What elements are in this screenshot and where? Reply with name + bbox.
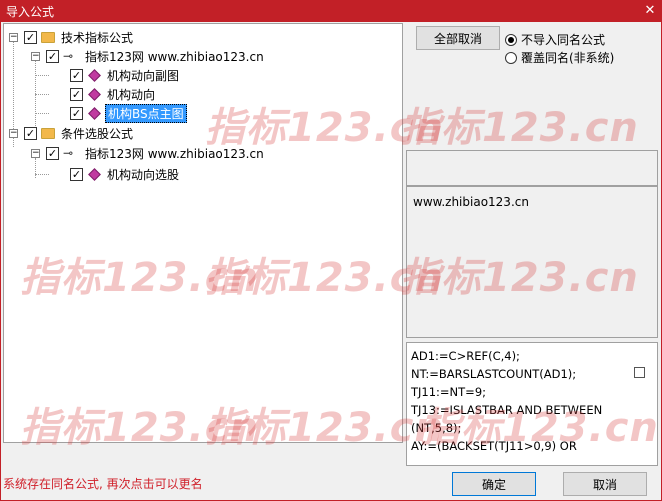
checkbox[interactable]: ✓ (70, 68, 83, 82)
tree-node-label: 机构动向选股 (107, 167, 180, 182)
collapse-icon[interactable]: − (9, 128, 18, 138)
cancel-button[interactable]: 取消 (563, 472, 647, 496)
formula-gem-icon (88, 106, 101, 120)
checkbox[interactable]: ✓ (24, 30, 37, 44)
radio-unselected-icon[interactable] (505, 51, 517, 64)
radio-label: 不导入同名公式 (521, 33, 606, 47)
info-panel (406, 150, 658, 186)
code-line: NT:=BARSLASTCOUNT(AD1); (411, 367, 577, 381)
tree-node-label: 条件选股公式 (61, 126, 134, 141)
radio-selected-icon[interactable] (505, 33, 517, 46)
formula-gem-icon (88, 167, 101, 181)
code-line: TJ13:=ISLASTBAR AND BETWEEN (411, 403, 603, 417)
code-line: AY:=(BACKSET(TJ11>0,9) OR (411, 439, 577, 453)
window-title: 导入公式 (6, 5, 55, 19)
tree-node-label: 指标123网 www.zhibiao123.cn (85, 49, 264, 64)
checkbox[interactable]: ✓ (46, 49, 59, 63)
code-line: (NT,5,8); (411, 421, 462, 435)
tree-node-label: 技术指标公式 (61, 30, 134, 45)
formula-gem-icon (88, 68, 101, 82)
radio-no-import-same[interactable]: 不导入同名公式 (505, 31, 605, 48)
tree-node-group[interactable]: − ✓ ⊸ 指标123网 www.zhibiao123.cn (31, 144, 266, 162)
checkbox[interactable]: ✓ (70, 87, 83, 101)
collapse-icon[interactable]: − (31, 51, 40, 61)
tree-line (35, 75, 49, 76)
code-line: AD1:=C>REF(C,4); (411, 349, 520, 363)
cancel-all-button[interactable]: 全部取消 (416, 26, 500, 50)
tree-node-formula-selected[interactable]: ✓ 机构BS点主图 (70, 103, 187, 123)
tree-node-label: 机构动向 (107, 87, 156, 102)
tree-node-label: 指标123网 www.zhibiao123.cn (85, 146, 264, 161)
formula-gem-icon (88, 87, 101, 101)
description-panel: www.zhibiao123.cn (406, 186, 658, 338)
tree-line (35, 94, 49, 95)
checkbox-icon[interactable] (634, 367, 645, 378)
tree-node-condition-formulas[interactable]: − ✓ 条件选股公式 (9, 124, 135, 142)
checkbox[interactable]: ✓ (70, 106, 83, 120)
collapse-icon[interactable]: − (31, 148, 40, 158)
folder-open-icon (41, 31, 55, 43)
collapse-icon[interactable]: − (9, 32, 18, 42)
checkbox[interactable]: ✓ (70, 167, 83, 181)
tree-node-formula[interactable]: ✓ 机构动向 (70, 85, 157, 103)
radio-label: 覆盖同名(非系统) (521, 51, 615, 65)
tree-node-tech-formulas[interactable]: − ✓ 技术指标公式 (9, 28, 135, 46)
code-line: TJ11:=NT=9; (411, 385, 487, 399)
code-preview[interactable]: AD1:=C>REF(C,4); NT:=BARSLASTCOUNT(AD1);… (406, 342, 658, 466)
radio-overwrite-same[interactable]: 覆盖同名(非系统) (505, 49, 614, 66)
tree-node-group[interactable]: − ✓ ⊸ 指标123网 www.zhibiao123.cn (31, 47, 266, 65)
formula-tree[interactable]: − ✓ 技术指标公式 − ✓ ⊸ 指标123网 www.zhibiao123.c… (3, 23, 403, 443)
tree-node-formula[interactable]: ✓ 机构动向副图 (70, 66, 181, 84)
description-text: www.zhibiao123.cn (413, 195, 529, 209)
key-icon: ⊸ (63, 146, 74, 160)
tree-node-label: 机构BS点主图 (105, 103, 187, 123)
key-icon: ⊸ (63, 49, 74, 63)
checkbox[interactable]: ✓ (24, 126, 37, 140)
tree-line (35, 60, 36, 130)
title-bar: 导入公式 ✕ (0, 0, 662, 22)
tree-line (35, 174, 49, 175)
tree-line (35, 113, 49, 114)
code-text: AD1:=C>REF(C,4); NT:=BARSLASTCOUNT(AD1);… (411, 347, 633, 455)
close-icon[interactable]: ✕ (642, 3, 658, 19)
tree-node-formula[interactable]: ✓ 机构动向选股 (70, 165, 181, 183)
folder-open-icon (41, 127, 55, 139)
status-message: 系统存在同名公式, 再次点击可以更名 (3, 477, 203, 491)
tree-node-label: 机构动向副图 (107, 68, 180, 83)
ok-button[interactable]: 确定 (452, 472, 536, 496)
checkbox[interactable]: ✓ (46, 146, 59, 160)
